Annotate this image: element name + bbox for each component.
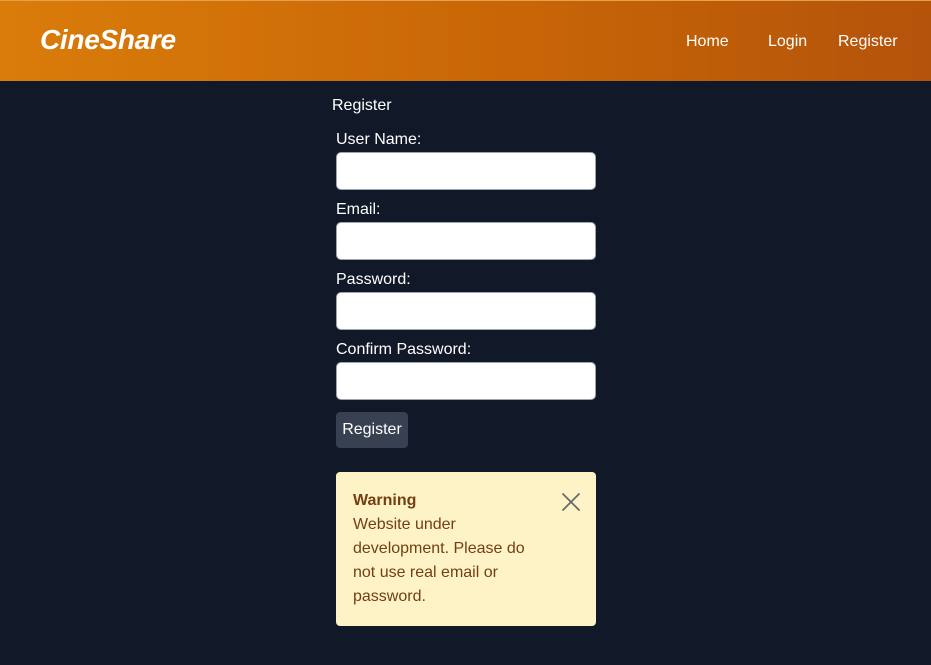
username-label: User Name: [336, 131, 422, 148]
nav-login-link[interactable]: Login [768, 33, 807, 51]
top-navbar: CineShare Home Login Register [0, 0, 931, 81]
register-submit-button[interactable]: Register [336, 412, 408, 448]
confirm-password-label: Confirm Password: [336, 341, 472, 358]
nav-register-link[interactable]: Register [838, 33, 898, 51]
password-label: Password: [336, 271, 411, 288]
email-input[interactable] [336, 222, 596, 260]
username-input[interactable] [336, 152, 596, 190]
alert-message: Website under development. Please do not… [353, 516, 525, 605]
confirm-password-input[interactable] [336, 362, 596, 400]
warning-alert: Warning Website under development. Pleas… [336, 472, 596, 626]
password-input[interactable] [336, 292, 596, 330]
close-icon[interactable] [561, 492, 581, 512]
nav-home-link[interactable]: Home [686, 33, 729, 51]
email-label: Email: [336, 201, 381, 218]
brand-logo[interactable]: CineShare [40, 24, 176, 56]
form-title: Register [332, 97, 392, 114]
alert-title: Warning [353, 492, 417, 509]
